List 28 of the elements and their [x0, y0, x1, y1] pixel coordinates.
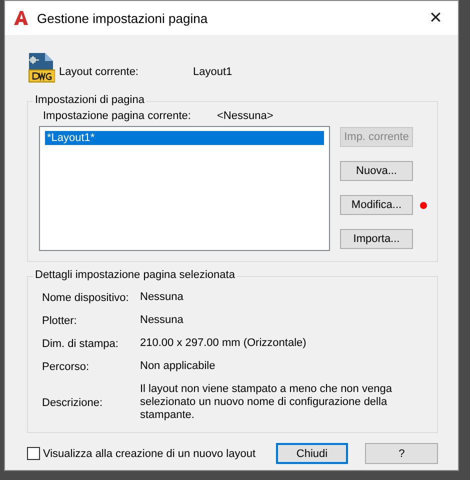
- list-item[interactable]: *Layout1*: [45, 131, 324, 145]
- detail-value: Nessuna: [140, 314, 184, 327]
- field-label: Layout corrente:: [59, 66, 140, 80]
- checkbox[interactable]: [27, 447, 40, 460]
- dialog-button[interactable]: ?: [365, 443, 438, 464]
- field-label: Impostazione pagina corrente:: [43, 110, 192, 122]
- detail-label: Nome dispositivo:: [42, 292, 130, 304]
- dwg-file-icon: [27, 51, 55, 83]
- app-logo-icon: [13, 10, 29, 26]
- detail-label: Percorso:: [42, 360, 90, 372]
- dialog-button[interactable]: Importa...: [340, 229, 413, 249]
- detail-label: Descrizione:: [42, 396, 104, 408]
- field-value: <Nessuna>: [217, 110, 274, 122]
- detail-value: Non applicabile: [140, 360, 216, 373]
- detail-label: Dim. di stampa:: [42, 338, 120, 350]
- dialog-button[interactable]: Modifica...: [340, 195, 413, 215]
- dialog-button[interactable]: Chiudi: [276, 443, 348, 464]
- detail-label: Plotter:: [42, 314, 78, 326]
- field-value: Layout1: [193, 66, 232, 80]
- checkbox-label: Visualizza alla creazione di un nuovo layout: [42, 448, 257, 460]
- detail-value: Nessuna: [140, 291, 184, 304]
- close-button[interactable]: ✕: [423, 8, 448, 28]
- detail-value: Il layout non viene stampato a meno che non venga selezionato un nuovo nome di configurazione della stampante.: [140, 383, 393, 422]
- detail-value: 210.00 x 297.00 mm (Orizzontale): [140, 337, 308, 350]
- group-title: Impostazioni di pagina: [33, 94, 146, 106]
- window-title: Gestione impostazioni pagina: [37, 10, 209, 26]
- dialog-button[interactable]: Nuova...: [340, 161, 413, 181]
- group-title: Dettagli impostazione pagina selezionata: [33, 269, 237, 281]
